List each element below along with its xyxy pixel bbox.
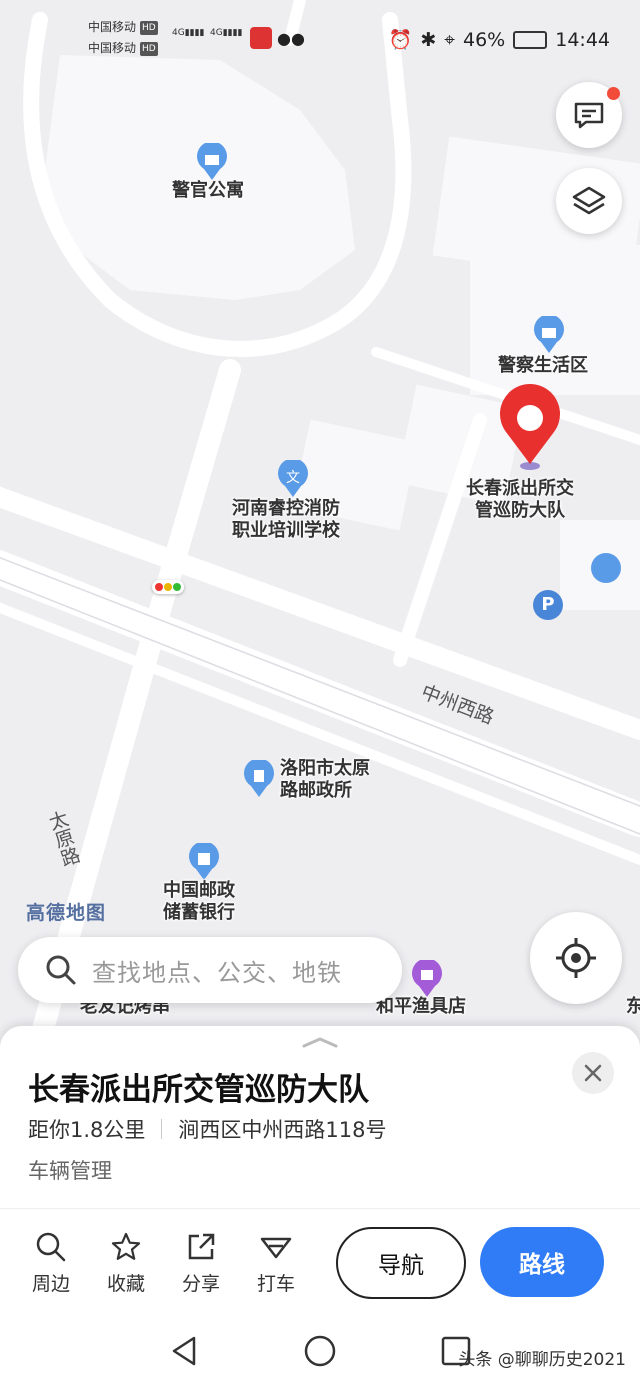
action-label: 分享 <box>181 1273 220 1295</box>
share-button[interactable]: 分享 <box>171 1231 231 1296</box>
back-icon[interactable] <box>168 1334 200 1368</box>
star-icon <box>111 1232 141 1260</box>
action-label: 打车 <box>256 1273 295 1295</box>
selected-pin-label[interactable]: 长春派出所交 管巡防大队 <box>466 478 574 522</box>
message-icon <box>574 102 604 129</box>
action-bar: 周边 收藏 分享 打车 导航 路线 <box>0 1208 640 1321</box>
place-detail-sheet[interactable]: 长春派出所交管巡防大队 距你1.8公里 涧西区中州西路118号 车辆管理 <box>0 1026 640 1208</box>
wechat-icon: ●● <box>277 29 305 48</box>
carrier-1: 中国移动 HD <box>88 20 158 35</box>
source-credit: 头条 @聊聊历史2021 <box>458 1350 626 1370</box>
layers-button[interactable] <box>556 168 622 234</box>
post-icon[interactable] <box>243 760 275 798</box>
divider <box>161 1119 163 1139</box>
building-icon[interactable] <box>196 143 228 181</box>
place-meta: 距你1.8公里 涧西区中州西路118号 <box>28 1114 387 1144</box>
svg-text:文: 文 <box>286 470 300 486</box>
action-label: 收藏 <box>106 1273 145 1295</box>
place-title: 长春派出所交管巡防大队 <box>28 1072 369 1108</box>
taxi-button[interactable]: 打车 <box>246 1231 306 1296</box>
alarm-icon: ⏰ <box>388 29 413 51</box>
search-bar[interactable]: 查找地点、公交、地铁 <box>18 937 402 1003</box>
place-address: 涧西区中州西路118号 <box>178 1118 387 1142</box>
system-nav-bar: 头条 @聊聊历史2021 <box>0 1320 640 1387</box>
poi-label[interactable]: 中国邮政 储蓄银行 <box>163 880 235 924</box>
poi-label[interactable]: 警察生活区 <box>498 355 588 377</box>
status-right: ⏰ ✱ ⌖ 46% 14:44 <box>388 28 610 52</box>
clock: 14:44 <box>555 28 610 51</box>
layers-icon <box>572 186 606 215</box>
drag-handle[interactable] <box>300 1036 340 1048</box>
close-button[interactable] <box>572 1052 614 1094</box>
route-button[interactable]: 路线 <box>480 1227 604 1297</box>
navigate-button[interactable]: 导航 <box>336 1227 466 1299</box>
poi-label[interactable]: 警官公寓 <box>172 180 244 202</box>
share-icon <box>188 1233 215 1260</box>
poi-label[interactable]: 河南睿控消防 职业培训学校 <box>232 498 340 542</box>
amap-watermark: 高德地图 <box>26 902 107 924</box>
location-icon: ⌖ <box>444 28 455 51</box>
action-label: 周边 <box>31 1273 70 1295</box>
map-edge-label: 东 <box>626 996 640 1017</box>
search-icon <box>36 1232 66 1262</box>
search-placeholder[interactable]: 查找地点、公交、地铁 <box>92 953 342 988</box>
battery-icon <box>513 30 548 49</box>
parking-icon[interactable]: P <box>533 590 563 620</box>
place-category: 车辆管理 <box>28 1159 112 1183</box>
selected-pin-icon[interactable] <box>490 380 570 472</box>
nearby-button[interactable]: 周边 <box>21 1231 81 1296</box>
poi-label[interactable]: 和平渔具店 <box>376 996 466 1018</box>
mic-icon <box>250 27 272 49</box>
building-icon[interactable] <box>533 316 565 354</box>
signal-1: 4G▮▮▮▮ <box>172 28 205 38</box>
shop-icon[interactable] <box>411 960 443 998</box>
signal-2: 4G▮▮▮▮ <box>210 28 243 38</box>
map-view[interactable]: 中国移动 HD 中国移动 HD 4G▮▮▮▮ 4G▮▮▮▮ ●● ⏰ ✱ ⌖ 46%… <box>0 0 640 1040</box>
home-icon[interactable] <box>303 1334 337 1368</box>
bank-icon[interactable] <box>188 843 220 881</box>
bluetooth-icon: ✱ <box>420 28 437 51</box>
place-distance: 距你1.8公里 <box>28 1118 146 1142</box>
school-icon[interactable]: 文 <box>277 460 309 498</box>
taxi-icon <box>260 1237 292 1259</box>
traffic-light-icon <box>152 580 184 594</box>
status-bar: 中国移动 HD 中国移动 HD 4G▮▮▮▮ 4G▮▮▮▮ ●● ⏰ ✱ ⌖ 46%… <box>0 0 640 80</box>
notification-dot <box>607 87 620 100</box>
favorite-button[interactable]: 收藏 <box>96 1231 156 1296</box>
close-icon <box>584 1064 602 1082</box>
carrier-2: 中国移动 HD <box>88 41 158 56</box>
battery-percent: 46% <box>463 28 506 51</box>
poi-label[interactable]: 洛阳市太原 路邮政所 <box>280 758 370 802</box>
toilet-icon[interactable] <box>591 553 621 583</box>
search-icon <box>46 955 76 985</box>
locate-button[interactable] <box>530 912 622 1004</box>
crosshair-icon <box>556 938 596 978</box>
